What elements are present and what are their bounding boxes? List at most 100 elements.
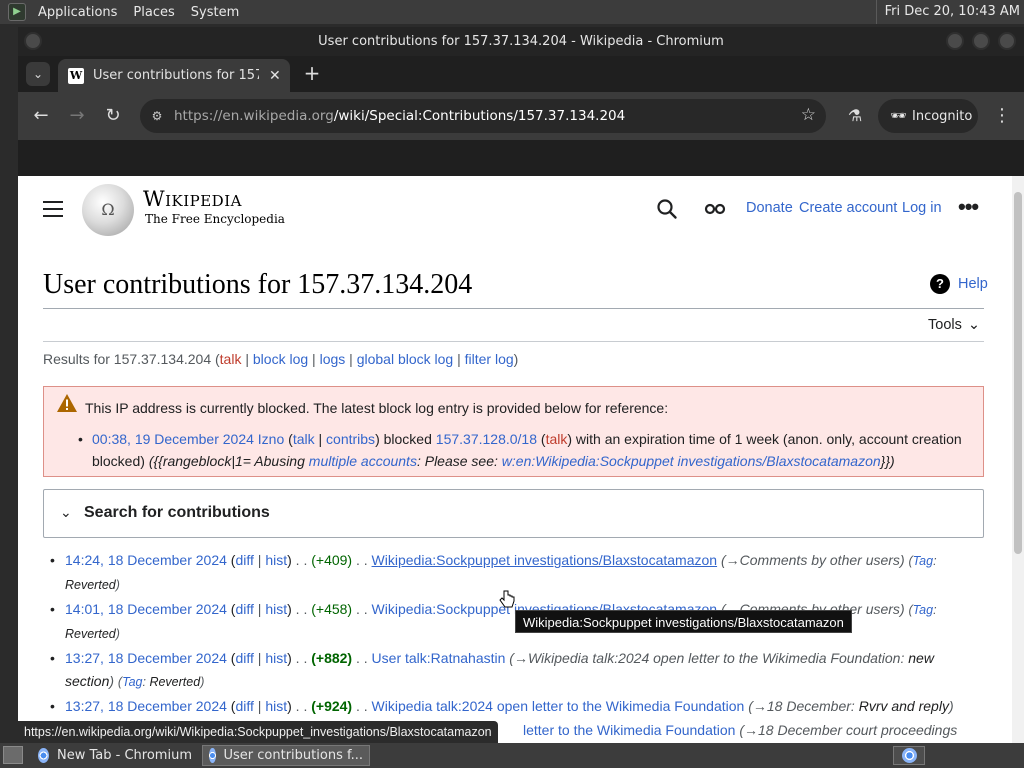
contribution-timestamp[interactable]: 13:27, 18 December 2024 xyxy=(65,698,227,714)
maximize-button[interactable] xyxy=(972,32,990,50)
system-menu[interactable]: System xyxy=(187,5,243,20)
browser-toolbar: ← → ↻ ⚙ https://en.wikipedia.org/wiki/Sp… xyxy=(18,92,1024,140)
contributions-list: 14:24, 18 December 2024 (diff | hist) . … xyxy=(50,549,980,743)
size-change: (+924) xyxy=(311,698,353,714)
block-notice: This IP address is currently blocked. Th… xyxy=(43,386,984,477)
search-contributions-label: Search for contributions xyxy=(84,504,270,521)
contribution-page-link[interactable]: User talk:Ratnahastin xyxy=(372,650,506,666)
contribution-timestamp[interactable]: 14:24, 18 December 2024 xyxy=(65,552,227,568)
wikipedia-globe-logo[interactable]: Ω xyxy=(82,184,134,236)
bookmark-star-icon[interactable]: ☆ xyxy=(801,105,816,125)
tag-link[interactable]: Tag xyxy=(913,603,933,617)
incognito-badge[interactable]: 🕶 Incognito xyxy=(878,99,978,133)
reload-icon[interactable]: ↻ xyxy=(101,104,125,128)
page-title: User contributions for 157.37.134.204 xyxy=(43,269,473,300)
more-options-icon[interactable]: ••• xyxy=(958,194,979,220)
terminal-icon[interactable]: ▶ xyxy=(8,3,26,21)
size-change: (+882) xyxy=(311,650,353,666)
minimize-button[interactable] xyxy=(946,32,964,50)
reading-preferences-icon[interactable] xyxy=(704,201,726,217)
tab-search-chevron-icon[interactable]: ⌄ xyxy=(26,62,50,86)
contribution-timestamp[interactable]: 13:27, 18 December 2024 xyxy=(65,650,227,666)
taskbar-item-new-tab[interactable]: New Tab - Chromium xyxy=(32,745,198,766)
incognito-icon: 🕶 xyxy=(890,108,907,124)
toolbar-gap xyxy=(18,140,1024,176)
hist-link[interactable]: hist xyxy=(265,552,287,568)
tools-dropdown[interactable]: Tools ⌄ xyxy=(928,317,980,333)
contribution-page-link[interactable]: Wikipedia:Sockpuppet investigations/Blax… xyxy=(372,552,718,568)
diff-link[interactable]: diff xyxy=(235,552,253,568)
places-menu[interactable]: Places xyxy=(129,5,178,20)
chrome-menu-icon[interactable]: ⋮ xyxy=(993,104,1011,128)
donate-link[interactable]: Donate xyxy=(746,200,793,216)
size-change: (+409) xyxy=(311,552,353,568)
contribution-row: 14:24, 18 December 2024 (diff | hist) . … xyxy=(50,549,980,597)
tag-link[interactable]: Tag xyxy=(122,675,142,689)
wikipedia-tagline: The Free Encyclopedia xyxy=(145,212,285,226)
applications-menu[interactable]: Applications xyxy=(34,5,121,20)
blocked-range-link[interactable]: 157.37.128.0/18 xyxy=(436,431,537,447)
page-scrollbar[interactable] xyxy=(1012,176,1024,743)
search-contributions-panel[interactable]: ⌄ Search for contributions xyxy=(43,489,984,538)
global-block-log-link[interactable]: global block log xyxy=(357,351,454,367)
spi-link[interactable]: w:en:Wikipedia:Sockpuppet investigations… xyxy=(502,453,881,469)
tray-chromium-icon[interactable] xyxy=(893,746,925,765)
show-desktop-icon[interactable] xyxy=(3,746,23,764)
contribution-timestamp[interactable]: 14:01, 18 December 2024 xyxy=(65,601,227,617)
warning-icon xyxy=(57,394,77,412)
block-log-link[interactable]: block log xyxy=(253,351,308,367)
tab-active[interactable]: W User contributions for 157.37.134.204 … xyxy=(58,59,290,92)
page-viewport: Ω Wikipedia The Free Encyclopedia Donate… xyxy=(18,176,1024,743)
hist-link[interactable]: hist xyxy=(265,698,287,714)
top-panel: ▶ Applications Places System Fri Dec 20,… xyxy=(0,0,1024,24)
new-tab-button[interactable]: + xyxy=(300,61,324,85)
admin-link[interactable]: Izno xyxy=(258,431,284,447)
labs-flask-icon[interactable]: ⚗ xyxy=(843,104,867,128)
close-tab-icon[interactable]: ✕ xyxy=(269,68,281,84)
wikipedia-favicon-icon: W xyxy=(68,67,84,84)
contribution-page-link[interactable]: letter to the Wikimedia Foundation xyxy=(523,722,735,738)
chromium-icon xyxy=(38,748,50,763)
scrollbar-thumb[interactable] xyxy=(1014,192,1022,554)
window-titlebar[interactable]: User contributions for 157.37.134.204 - … xyxy=(18,27,1024,56)
window-menu-button[interactable] xyxy=(24,32,42,50)
block-log-entry: 00:38, 19 December 2024 Izno (talk | con… xyxy=(78,428,972,472)
hand-pointer-cursor-icon xyxy=(499,590,515,608)
multiple-accounts-link[interactable]: multiple accounts xyxy=(309,453,417,469)
filter-log-link[interactable]: filter log xyxy=(465,351,514,367)
admin-contribs-link[interactable]: contribs xyxy=(326,431,375,447)
range-talk-link[interactable]: talk xyxy=(546,431,568,447)
diff-link[interactable]: diff xyxy=(235,601,253,617)
talk-link[interactable]: talk xyxy=(220,351,242,367)
search-icon[interactable] xyxy=(656,198,678,220)
logs-link[interactable]: logs xyxy=(320,351,346,367)
close-window-button[interactable] xyxy=(998,32,1016,50)
window-title: User contributions for 157.37.134.204 - … xyxy=(318,34,724,49)
diff-link[interactable]: diff xyxy=(235,698,253,714)
log-in-link[interactable]: Log in xyxy=(902,200,942,216)
tools-divider xyxy=(43,341,984,342)
forward-arrow-icon[interactable]: → xyxy=(65,104,89,128)
tag-link[interactable]: Tag xyxy=(913,554,933,568)
main-menu-icon[interactable] xyxy=(43,201,63,217)
contribution-page-link[interactable]: Wikipedia talk:2024 open letter to the W… xyxy=(372,698,745,714)
create-account-link[interactable]: Create account xyxy=(799,200,897,216)
admin-talk-link[interactable]: talk xyxy=(293,431,315,447)
block-timestamp-link[interactable]: 00:38, 19 December 2024 xyxy=(92,431,254,447)
tab-title: User contributions for 157.37.134.204 xyxy=(93,68,259,83)
diff-link[interactable]: diff xyxy=(235,650,253,666)
taskbar-item-user-contributions[interactable]: User contributions f... xyxy=(202,745,370,766)
hist-link[interactable]: hist xyxy=(265,601,287,617)
site-info-icon[interactable]: ⚙ xyxy=(146,105,168,127)
chromium-window: User contributions for 157.37.134.204 - … xyxy=(18,27,1024,743)
wikipedia-wordmark[interactable]: Wikipedia xyxy=(143,187,242,211)
block-message: This IP address is currently blocked. Th… xyxy=(85,400,669,416)
url-text[interactable]: https://en.wikipedia.org/wiki/Special:Co… xyxy=(174,108,625,124)
size-change: (+458) xyxy=(311,601,353,617)
clock[interactable]: Fri Dec 20, 10:43 AM xyxy=(875,0,1020,24)
help-link[interactable]: ? Help xyxy=(930,274,988,294)
address-bar[interactable]: ⚙ https://en.wikipedia.org/wiki/Special:… xyxy=(140,99,826,133)
hist-link[interactable]: hist xyxy=(265,650,287,666)
chevron-down-icon: ⌄ xyxy=(60,504,72,520)
back-arrow-icon[interactable]: ← xyxy=(29,104,53,128)
